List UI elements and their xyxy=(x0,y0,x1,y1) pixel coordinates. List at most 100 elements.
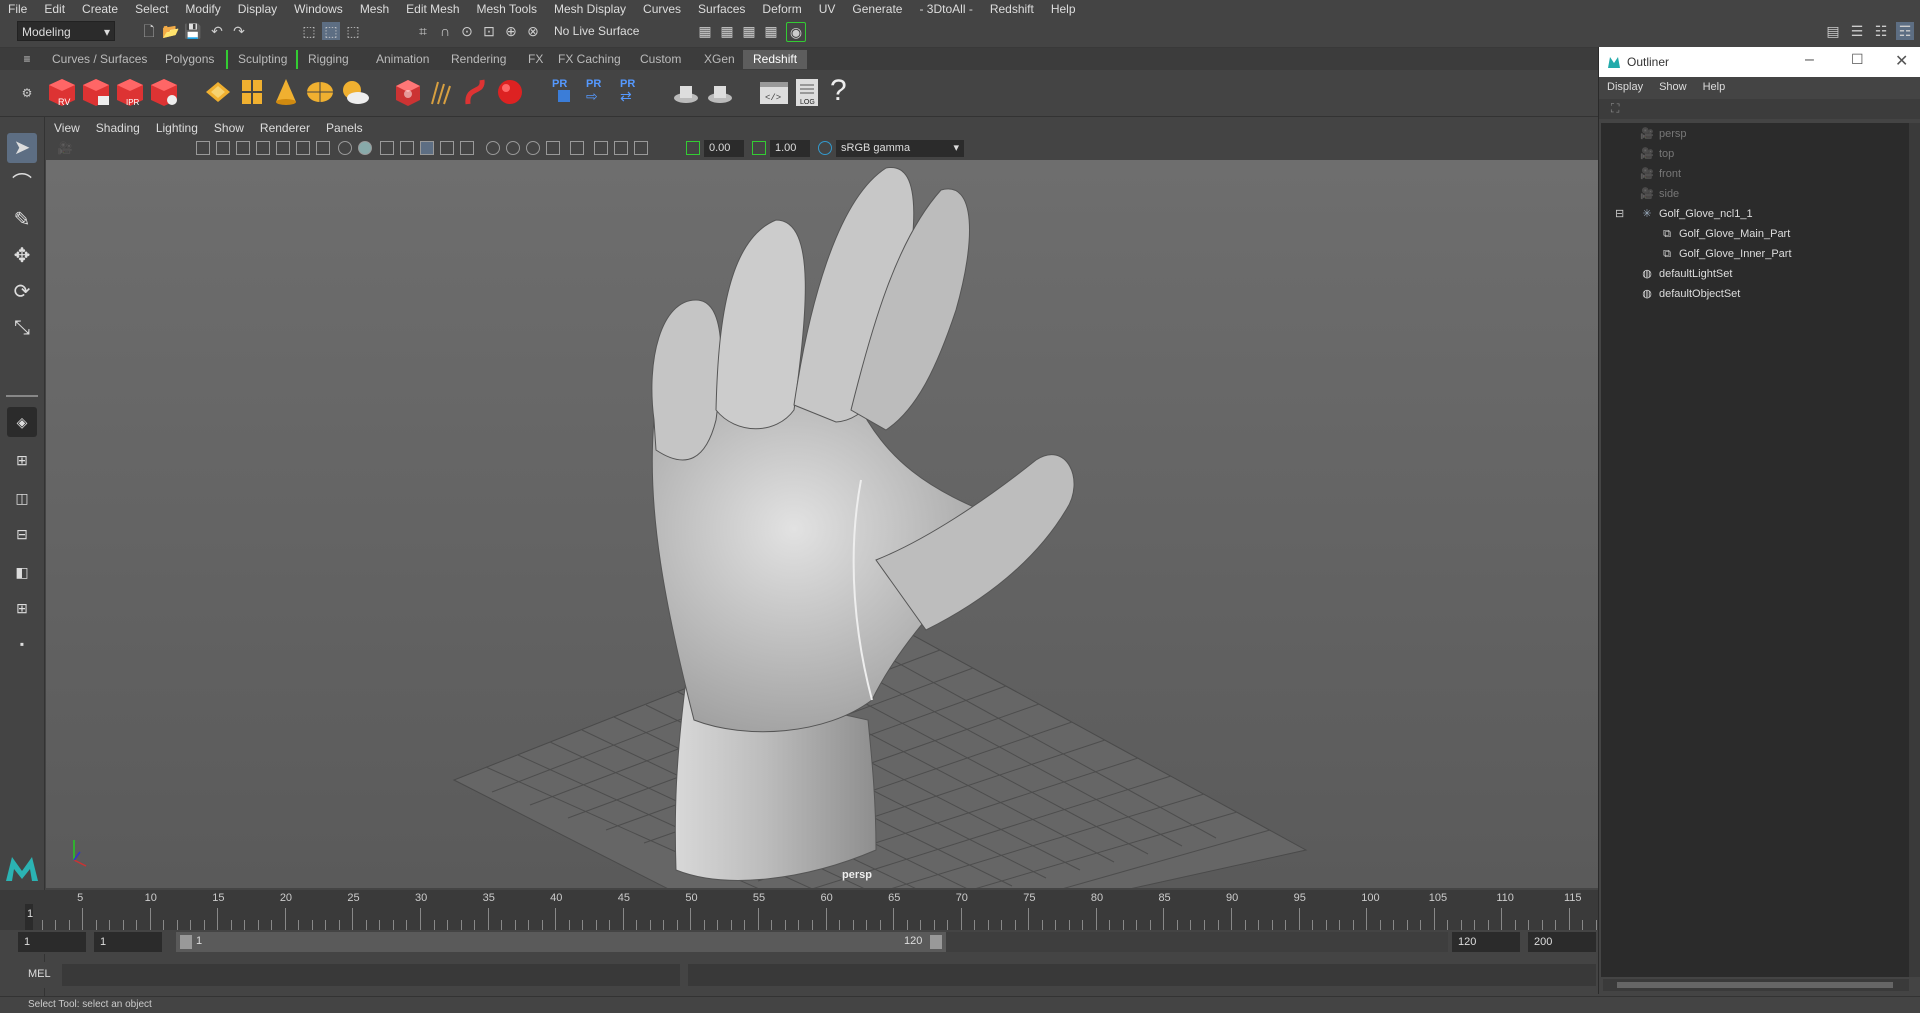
time-slider[interactable]: 5 10 15 20 25 30 35 40 45 50 55 60 65 70 75 80 85 90 95 100… xyxy=(0,890,1598,930)
screen-space-ao-icon[interactable] xyxy=(440,141,454,155)
range-start-handle[interactable] xyxy=(180,935,192,949)
menu-file[interactable]: File xyxy=(0,2,36,16)
rs-hair-icon[interactable] xyxy=(426,76,458,108)
menu-select[interactable]: Select xyxy=(127,2,177,16)
shelf-settings-icon[interactable]: ⚙ xyxy=(18,84,36,102)
redshift-rv-icon[interactable]: RV xyxy=(46,76,78,108)
frame-selected-icon[interactable] xyxy=(614,141,628,155)
menu-windows[interactable]: Windows xyxy=(286,2,352,16)
collapse-icon[interactable]: ⊟ xyxy=(1615,205,1624,223)
shelf-tab-animation[interactable]: Animation xyxy=(366,50,439,69)
select-tool-icon[interactable]: ➤ xyxy=(7,133,37,163)
shelf-tab-fx-caching[interactable]: FX Caching xyxy=(548,50,631,69)
select-hierarchy-icon[interactable]: ⬚ xyxy=(300,22,318,40)
outliner-item[interactable]: 🎥 persp xyxy=(1639,125,1686,143)
menu-modify[interactable]: Modify xyxy=(177,2,229,16)
snap-surface-icon[interactable]: ⊕ xyxy=(502,22,520,40)
rs-proxy-swap-icon[interactable]: PR ⇄ xyxy=(620,76,648,108)
gamma-toggle-icon[interactable] xyxy=(752,141,766,155)
hypershade-icon[interactable]: ▦ xyxy=(762,22,780,40)
shelf-tab-xgen[interactable]: XGen xyxy=(694,50,745,69)
snap-view-icon[interactable]: ⊡ xyxy=(480,22,498,40)
outliner-search-bar[interactable]: ⛶ xyxy=(1599,99,1920,119)
range-end-handle[interactable] xyxy=(930,935,942,949)
outliner-menu-help[interactable]: Help xyxy=(1695,81,1734,93)
menu-mesh-display[interactable]: Mesh Display xyxy=(546,2,635,16)
move-tool-icon[interactable]: ✥ xyxy=(7,241,37,271)
menu-redshift[interactable]: Redshift xyxy=(982,2,1043,16)
rs-curve-icon[interactable] xyxy=(460,76,492,108)
viewport-menu-shading[interactable]: Shading xyxy=(88,121,148,135)
paint-select-tool-icon[interactable]: ✎ xyxy=(7,205,37,235)
rs-help-icon[interactable]: ? xyxy=(830,74,847,108)
undo-icon[interactable]: ↶ xyxy=(208,22,226,40)
rs-sphere-icon[interactable] xyxy=(494,76,526,108)
shelf-menu-icon[interactable]: ≡ xyxy=(18,50,36,68)
redshift-render-view-icon[interactable]: ◉ xyxy=(786,22,806,42)
outliner-vertical-scrollbar[interactable] xyxy=(1909,123,1920,977)
shelf-tab-rigging[interactable]: Rigging xyxy=(296,50,359,69)
snapshot-icon[interactable] xyxy=(634,141,648,155)
menu-create[interactable]: Create xyxy=(74,2,127,16)
mode-dropdown[interactable]: Modeling ▾ xyxy=(17,21,115,41)
mel-input[interactable] xyxy=(62,964,680,986)
color-space-dropdown[interactable]: sRGB gamma ▾ xyxy=(836,140,964,157)
start-time-field[interactable]: 1 xyxy=(18,932,86,952)
viewport-menu-lighting[interactable]: Lighting xyxy=(148,121,206,135)
menu-generate[interactable]: Generate xyxy=(844,2,911,16)
color-management-icon[interactable] xyxy=(818,141,832,155)
shelf-tab-polygons[interactable]: Polygons xyxy=(155,50,224,69)
rs-proxy-export-icon[interactable]: PR xyxy=(552,76,580,108)
smooth-shade-icon[interactable] xyxy=(358,141,372,155)
close-icon[interactable]: ✕ xyxy=(1895,51,1908,71)
shelf-tab-custom[interactable]: Custom xyxy=(630,50,691,69)
camera-icon[interactable]: 🎥 xyxy=(56,139,74,157)
menu-display[interactable]: Display xyxy=(230,2,286,16)
outliner-item[interactable]: ⊟ ✳ Golf_Glove_ncl1_1 xyxy=(1615,205,1753,223)
shelf-tab-redshift[interactable]: Redshift xyxy=(743,50,808,69)
shelf-tab-sculpting[interactable]: Sculpting xyxy=(226,50,297,69)
safe-action-icon[interactable] xyxy=(296,141,310,155)
shelf-tab-curves-surfaces[interactable]: Curves / Surfaces xyxy=(42,50,157,69)
outliner-menu-show[interactable]: Show xyxy=(1651,81,1695,93)
textured-icon[interactable] xyxy=(380,141,394,155)
menu-mesh[interactable]: Mesh xyxy=(352,2,398,16)
select-component-icon[interactable]: ⬚ xyxy=(344,22,362,40)
workspace-icon[interactable]: ▤ xyxy=(1824,22,1842,40)
viewport-menu-renderer[interactable]: Renderer xyxy=(252,121,318,135)
isolate-select-icon[interactable] xyxy=(486,141,500,155)
rs-material-icon[interactable] xyxy=(392,76,424,108)
viewport-menu-show[interactable]: Show xyxy=(206,121,252,135)
rs-portal-light-icon[interactable] xyxy=(236,76,268,108)
save-scene-icon[interactable]: 💾 xyxy=(184,22,202,40)
scale-tool-icon[interactable]: ⤡ xyxy=(7,313,37,343)
four-view-layout-icon[interactable]: ⊞ xyxy=(7,445,37,475)
wireframe-icon[interactable] xyxy=(338,141,352,155)
use-all-lights-icon[interactable] xyxy=(400,141,414,155)
select-object-icon[interactable]: ⬚ xyxy=(322,22,340,40)
motion-blur-icon[interactable] xyxy=(460,141,474,155)
rotate-tool-icon[interactable]: ⟳ xyxy=(7,277,37,307)
live-surface-field[interactable]: No Live Surface xyxy=(550,21,660,41)
attribute-editor-icon[interactable]: ☰ xyxy=(1848,22,1866,40)
redshift-render-settings-icon[interactable] xyxy=(148,76,180,108)
shadows-icon[interactable] xyxy=(420,141,434,155)
rs-volume-icon[interactable] xyxy=(670,76,702,108)
rs-proxy-import-icon[interactable]: PR ⇨ xyxy=(586,76,614,108)
menu-uv[interactable]: UV xyxy=(811,2,845,16)
rs-sun-sky-icon[interactable] xyxy=(338,76,370,108)
rs-volume2-icon[interactable] xyxy=(704,76,736,108)
xray-icon[interactable] xyxy=(506,141,520,155)
viewport-menu-view[interactable]: View xyxy=(46,121,88,135)
stacked-layout-icon[interactable]: ⊟ xyxy=(7,519,37,549)
menu-help[interactable]: Help xyxy=(1043,2,1085,16)
gamma-field[interactable]: 1.00 xyxy=(770,140,810,157)
rs-light-plane-icon[interactable] xyxy=(202,76,234,108)
menu-3dtoall[interactable]: - 3DtoAll - xyxy=(911,2,981,16)
outliner-menu-display[interactable]: Display xyxy=(1599,81,1651,93)
outliner-item[interactable]: ◍ defaultObjectSet xyxy=(1639,285,1740,303)
rs-script-editor-icon[interactable]: </> xyxy=(758,76,790,108)
redshift-ipr-icon[interactable]: IPR xyxy=(114,76,146,108)
perspective-viewport[interactable]: persp xyxy=(46,160,1598,888)
ipr-render-icon[interactable]: ▦ xyxy=(718,22,736,40)
